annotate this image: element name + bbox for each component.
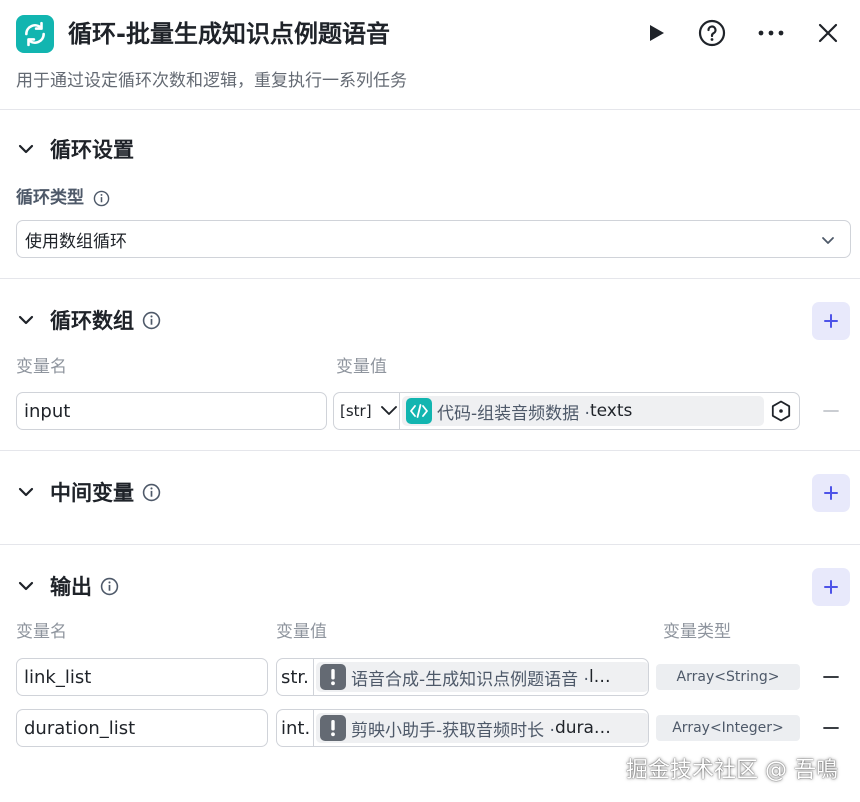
chevron-down-icon [380,406,397,415]
watermark: 掘金技术社区 @ 吾鳴 [626,758,838,783]
chevron-down-icon [822,237,834,244]
loop-array-section: 循环数组 变量名 变量值 input [str] 代码-组装音频数据 · tex… [0,279,860,451]
minus-icon [823,676,839,678]
loop-settings-section: 循环设置 循环类型 使用数组循环 [0,110,860,279]
variable-type-badge: Array<Integer> [656,715,800,741]
node-description: 用于通过设定循环次数和逻辑，重复执行一系列任务 [16,71,407,91]
variable-value-field[interactable]: [str] 代码-组装音频数据 · texts [333,392,800,430]
plus-icon [824,580,838,594]
col-header-name: 变量名 [16,622,67,642]
variable-reference[interactable]: 剪映小助手-获取音频时长 · dura… [316,713,648,743]
loop-type-select[interactable]: 使用数组循环 [16,220,851,258]
output-value-field[interactable]: int. 剪映小助手-获取音频时长 · dura… [276,709,649,747]
variable-name-input[interactable]: input [16,392,327,430]
section-title: 循环数组 [50,309,134,333]
run-button[interactable] [639,16,673,50]
code-icon [406,398,432,424]
intermediate-variables-section: 中间变量 [0,451,860,545]
col-header-type: 变量类型 [663,622,731,642]
plus-icon [824,486,838,500]
col-header-value: 变量值 [336,357,387,377]
minus-icon [823,410,839,412]
more-icon [758,30,784,36]
play-icon [650,25,664,41]
output-name-input[interactable]: duration_list [16,709,268,747]
more-button[interactable] [754,16,788,50]
chevron-down-icon[interactable] [16,310,36,330]
close-icon [818,23,838,43]
plus-icon [824,314,838,328]
variable-picker-icon[interactable] [770,400,792,426]
loop-array-header[interactable]: 循环数组 [16,304,161,336]
help-icon [698,19,726,47]
loop-icon [16,15,54,53]
minus-icon [823,727,839,729]
remove-row-button[interactable] [820,400,842,422]
loop-settings-header[interactable]: 循环设置 [16,133,134,165]
add-intermediate-variable-button[interactable] [812,474,850,512]
section-title: 循环设置 [50,138,134,162]
section-title: 中间变量 [50,481,134,505]
col-header-name: 变量名 [16,357,67,377]
info-icon[interactable] [142,311,161,330]
variable-type-badge: Array<String> [656,664,800,690]
remove-row-button[interactable] [820,717,842,739]
loop-type-label: 循环类型 [16,186,111,210]
output-value-field[interactable]: str. 语音合成-生成知识点例题语音 · l… [276,658,649,696]
output-name-input[interactable]: link_list [16,658,268,696]
info-icon[interactable] [100,577,119,596]
type-label: str. [277,659,314,695]
col-header-value: 变量值 [276,622,327,642]
node-header: 循环-批量生成知识点例题语音 用于通过设定循环次数和逻辑，重复执行一系列任务 [0,0,860,110]
section-title: 输出 [50,575,92,599]
intermediate-variables-header[interactable]: 中间变量 [16,476,161,508]
chevron-down-icon[interactable] [16,482,36,502]
warning-icon [320,664,346,690]
warning-icon [320,715,346,741]
type-select[interactable]: [str] [334,393,400,429]
output-header[interactable]: 输出 [16,570,119,602]
variable-reference[interactable]: 代码-组装音频数据 · texts [402,396,764,426]
info-icon[interactable] [142,483,161,502]
type-label: int. [277,710,314,746]
add-loop-array-button[interactable] [812,302,850,340]
help-button[interactable] [695,16,729,50]
chevron-down-icon[interactable] [16,576,36,596]
variable-reference[interactable]: 语音合成-生成知识点例题语音 · l… [316,662,648,692]
remove-row-button[interactable] [820,666,842,688]
info-icon[interactable] [92,189,111,208]
close-button[interactable] [811,16,845,50]
add-output-button[interactable] [812,568,850,606]
chevron-down-icon[interactable] [16,139,36,159]
node-title: 循环-批量生成知识点例题语音 [68,20,390,48]
